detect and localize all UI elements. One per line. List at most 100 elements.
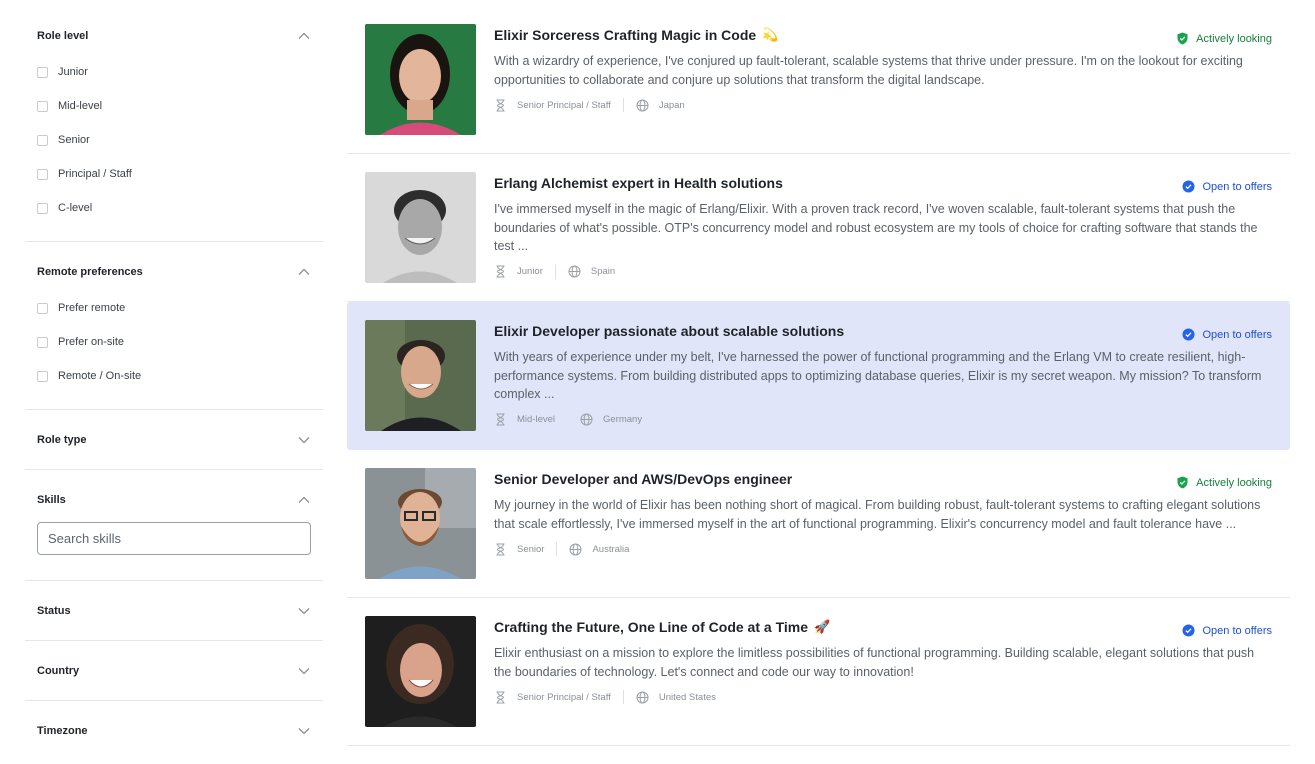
candidate-levels: Senior <box>517 543 545 555</box>
status-badge: Open to offers <box>1182 624 1272 637</box>
status-header[interactable]: Status <box>25 581 323 640</box>
globe-icon <box>636 99 649 112</box>
candidate-card[interactable]: Elixir Sorceress Crafting Magic in Code … <box>347 6 1290 154</box>
candidate-description: My journey in the world of Elixir has be… <box>494 498 1261 531</box>
hourglass-icon <box>494 691 507 704</box>
check-circle-icon <box>1182 328 1195 341</box>
status-text: Open to offers <box>1202 180 1272 193</box>
status-section: Status <box>25 581 323 641</box>
candidate-description: Elixir enthusiast on a mission to explor… <box>494 646 1255 679</box>
country-header[interactable]: Country <box>25 641 323 700</box>
role-level-options: Junior Mid-level Senior Principal / Staf… <box>25 55 323 241</box>
chevron-down-icon <box>297 724 311 738</box>
remote-option-prefer-onsite[interactable]: Prefer on-site <box>37 325 311 359</box>
skills-search-wrap <box>25 522 323 580</box>
role-type-header[interactable]: Role type <box>25 410 323 469</box>
filters-sidebar: Role level Junior Mid-level Senior Princ… <box>25 0 323 764</box>
candidate-title[interactable]: Elixir Developer passionate about scalab… <box>494 322 1272 340</box>
candidate-description: I've immersed myself in the magic of Erl… <box>494 202 1258 253</box>
sparkle-emoji: 💫 <box>762 27 779 42</box>
status-badge: Actively looking <box>1176 32 1272 45</box>
checkbox[interactable] <box>37 100 48 112</box>
candidate-meta: Senior Principal / Staff Japan <box>494 98 1272 112</box>
country-section: Country <box>25 641 323 701</box>
role-level-option-junior[interactable]: Junior <box>37 55 311 89</box>
candidate-levels: Mid-level <box>517 414 556 425</box>
status-text: Open to offers <box>1202 624 1272 637</box>
candidate-card[interactable]: Erlang Alchemist expert in Health soluti… <box>347 154 1290 302</box>
candidate-country: Germany <box>603 414 643 425</box>
status-badge: Open to offers <box>1182 328 1272 341</box>
checkbox[interactable] <box>37 134 48 146</box>
globe-icon <box>569 543 582 556</box>
option-label: C-level <box>58 202 93 214</box>
option-label: Prefer remote <box>58 302 126 314</box>
hourglass-icon <box>494 99 507 112</box>
timezone-section: Timezone <box>25 701 323 760</box>
candidate-card[interactable]: Senior Developer and AWS/DevOps engineer… <box>347 450 1290 598</box>
role-level-option-senior[interactable]: Senior <box>37 123 311 157</box>
skills-section: Skills <box>25 470 323 581</box>
chevron-down-icon <box>297 433 311 447</box>
skills-header[interactable]: Skills <box>25 470 323 529</box>
option-label: Mid-level <box>58 100 103 112</box>
meta-divider <box>622 98 624 112</box>
check-circle-icon <box>1182 180 1195 193</box>
candidate-title[interactable]: Erlang Alchemist expert in Health soluti… <box>494 174 1272 192</box>
avatar <box>365 468 476 579</box>
globe-icon <box>636 691 649 704</box>
chevron-up-icon <box>297 29 311 43</box>
remote-option-prefer-remote[interactable]: Prefer remote <box>37 291 311 325</box>
role-level-title: Role level <box>37 29 89 42</box>
option-label: Junior <box>58 66 88 78</box>
role-level-option-mid[interactable]: Mid-level <box>37 89 311 123</box>
checkbox[interactable] <box>37 202 48 214</box>
status-text: Actively looking <box>1196 32 1272 45</box>
checkbox[interactable] <box>37 336 48 348</box>
candidate-meta: Mid-level Germany <box>494 413 1272 427</box>
avatar <box>365 172 476 283</box>
candidate-description: With years of experience under my belt, … <box>494 350 1262 401</box>
hourglass-icon <box>494 265 507 278</box>
shield-check-icon <box>1176 32 1189 45</box>
role-level-option-principal[interactable]: Principal / Staff <box>37 157 311 191</box>
option-label: Principal / Staff <box>58 168 132 180</box>
checkbox[interactable] <box>37 370 48 382</box>
candidate-title[interactable]: Crafting the Future, One Line of Code at… <box>494 618 1272 636</box>
status-badge: Open to offers <box>1182 180 1272 193</box>
status-title: Status <box>37 604 71 617</box>
hourglass-icon <box>494 543 507 556</box>
timezone-header[interactable]: Timezone <box>25 701 323 760</box>
candidate-title[interactable]: Senior Developer and AWS/DevOps engineer <box>494 470 1272 488</box>
chevron-up-icon <box>297 265 311 279</box>
option-label: Senior <box>58 134 90 146</box>
candidate-country: United States <box>658 691 716 703</box>
avatar <box>365 616 476 727</box>
meta-divider <box>567 413 568 427</box>
candidate-title-text: Senior Developer and AWS/DevOps engineer <box>494 471 793 487</box>
candidate-card[interactable]: Elixir Developer passionate about scalab… <box>347 302 1290 450</box>
chevron-down-icon <box>297 664 311 678</box>
candidate-meta: Junior Spain <box>494 264 1272 279</box>
globe-icon <box>568 265 581 278</box>
meta-divider <box>622 690 624 704</box>
role-level-option-clevel[interactable]: C-level <box>37 191 311 225</box>
chevron-down-icon <box>297 604 311 618</box>
checkbox[interactable] <box>37 66 48 78</box>
hourglass-icon <box>494 413 507 426</box>
candidate-title[interactable]: Elixir Sorceress Crafting Magic in Code … <box>494 26 1272 44</box>
option-label: Remote / On-site <box>58 370 142 382</box>
remote-option-remote-onsite[interactable]: Remote / On-site <box>37 359 311 393</box>
avatar <box>365 320 476 431</box>
remote-preferences-options: Prefer remote Prefer on-site Remote / On… <box>25 291 323 409</box>
check-circle-icon <box>1182 624 1195 637</box>
checkbox[interactable] <box>37 302 48 314</box>
candidate-title-text: Elixir Sorceress Crafting Magic in Code <box>494 27 757 43</box>
checkbox[interactable] <box>37 168 48 180</box>
status-badge: Actively looking <box>1176 476 1272 489</box>
candidate-card[interactable]: Crafting the Future, One Line of Code at… <box>347 598 1290 746</box>
remote-preferences-title: Remote preferences <box>37 265 143 278</box>
candidate-levels: Senior Principal / Staff <box>517 99 611 111</box>
chevron-up-icon <box>297 493 311 507</box>
skills-search-input[interactable] <box>37 522 311 555</box>
